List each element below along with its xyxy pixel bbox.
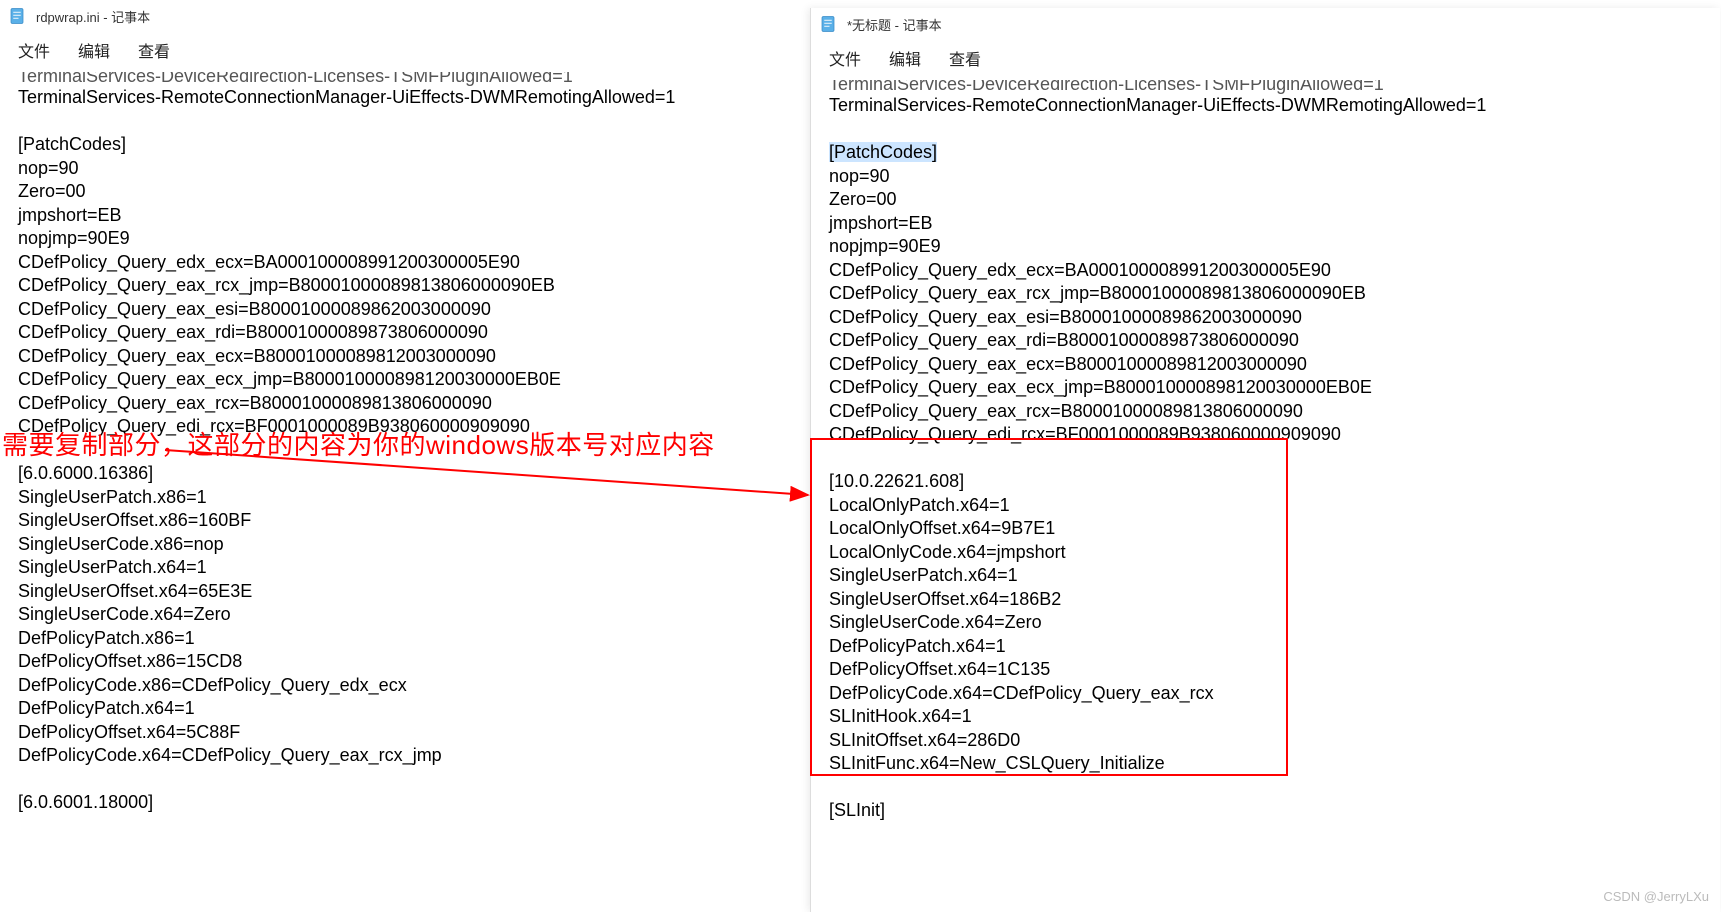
- menu-file-right[interactable]: 文件: [829, 46, 861, 70]
- editor-line: [PatchCodes]: [18, 133, 792, 157]
- editor-line: CDefPolicy_Query_eax_rdi=B80001000089873…: [829, 329, 1702, 353]
- annotation-label: 需要复制部分，这部分的内容为你的windows版本号对应内容: [2, 425, 715, 462]
- editor-line: SingleUserPatch.x64=1: [829, 564, 1702, 588]
- editor-line: SingleUserOffset.x64=186B2: [829, 588, 1702, 612]
- editor-line: [829, 118, 1702, 142]
- editor-line: SingleUserOffset.x86=160BF: [18, 509, 792, 533]
- editor-line: SLInitHook.x64=1: [829, 705, 1702, 729]
- editor-line: DefPolicyCode.x86=CDefPolicy_Query_edx_e…: [18, 674, 792, 698]
- notepad-window-right: *无标题 - 记事本 文件 编辑 查看 TerminalServices-Dev…: [810, 8, 1720, 912]
- menu-file-left[interactable]: 文件: [18, 38, 50, 62]
- editor-line: LocalOnlyPatch.x64=1: [829, 494, 1702, 518]
- editor-line: CDefPolicy_Query_eax_rcx_jmp=B8000100008…: [18, 274, 792, 298]
- editor-line: CDefPolicy_Query_edx_ecx=BA0001000089912…: [18, 251, 792, 275]
- editor-line: DefPolicyCode.x64=CDefPolicy_Query_eax_r…: [18, 744, 792, 768]
- editor-line: DefPolicyOffset.x86=15CD8: [18, 650, 792, 674]
- menu-edit-left[interactable]: 编辑: [78, 38, 110, 62]
- editor-line: [6.0.6001.18000]: [18, 791, 792, 815]
- editor-line: TerminalServices-RemoteConnectionManager…: [18, 86, 792, 110]
- editor-line: CDefPolicy_Query_eax_ecx=B80001000089812…: [18, 345, 792, 369]
- editor-line: DefPolicyPatch.x64=1: [829, 635, 1702, 659]
- editor-line: [6.0.6000.16386]: [18, 462, 792, 486]
- editor-line: DefPolicyPatch.x86=1: [18, 627, 792, 651]
- titlebar-right[interactable]: *无标题 - 记事本: [811, 8, 1720, 40]
- editor-line: nop=90: [829, 165, 1702, 189]
- menu-view-left[interactable]: 查看: [138, 38, 170, 62]
- editor-line: [10.0.22621.608]: [829, 470, 1702, 494]
- editor-line: Zero=00: [18, 180, 792, 204]
- editor-line: CDefPolicy_Query_eax_esi=B80001000089862…: [18, 298, 792, 322]
- editor-line: SingleUserOffset.x64=65E3E: [18, 580, 792, 604]
- editor-line: [18, 768, 792, 792]
- watermark-text: CSDN @JerryLXu: [1603, 889, 1709, 904]
- editor-line: SingleUserPatch.x64=1: [18, 556, 792, 580]
- notepad-icon: [8, 7, 26, 25]
- editor-line: SingleUserPatch.x86=1: [18, 486, 792, 510]
- menubar-right: 文件 编辑 查看: [811, 40, 1720, 78]
- editor-line: TerminalServices-RemoteConnectionManager…: [829, 94, 1702, 118]
- editor-line: nopjmp=90E9: [18, 227, 792, 251]
- window-title-right: *无标题 - 记事本: [847, 15, 942, 34]
- editor-line: LocalOnlyCode.x64=jmpshort: [829, 541, 1702, 565]
- editor-line: CDefPolicy_Query_eax_rcx=B80001000089813…: [829, 400, 1702, 424]
- editor-line: Zero=00: [829, 188, 1702, 212]
- editor-line: TerminalServices-DeviceRedirection-Licen…: [829, 80, 1702, 94]
- editor-line: [829, 776, 1702, 800]
- editor-line: DefPolicyOffset.x64=1C135: [829, 658, 1702, 682]
- editor-line: [SLInit]: [829, 799, 1702, 823]
- editor-line: CDefPolicy_Query_eax_ecx_jmp=B8000100008…: [829, 376, 1702, 400]
- menu-edit-right[interactable]: 编辑: [889, 46, 921, 70]
- editor-line: SLInitOffset.x64=286D0: [829, 729, 1702, 753]
- editor-line: CDefPolicy_Query_edx_ecx=BA0001000089912…: [829, 259, 1702, 283]
- editor-line: DefPolicyOffset.x64=5C88F: [18, 721, 792, 745]
- editor-line: SingleUserCode.x64=Zero: [18, 603, 792, 627]
- editor-line: nop=90: [18, 157, 792, 181]
- editor-line: SLInitFunc.x64=New_CSLQuery_Initialize: [829, 752, 1702, 776]
- editor-line: LocalOnlyOffset.x64=9B7E1: [829, 517, 1702, 541]
- editor-line: TerminalServices-DeviceRedirection-Licen…: [18, 72, 792, 86]
- editor-line: CDefPolicy_Query_eax_esi=B80001000089862…: [829, 306, 1702, 330]
- editor-line: DefPolicyPatch.x64=1: [18, 697, 792, 721]
- editor-line: CDefPolicy_Query_eax_ecx=B80001000089812…: [829, 353, 1702, 377]
- editor-line: CDefPolicy_Query_edi_rcx=BF0001000089B93…: [829, 423, 1702, 447]
- editor-line: DefPolicyCode.x64=CDefPolicy_Query_eax_r…: [829, 682, 1702, 706]
- editor-line: [829, 447, 1702, 471]
- editor-line-selected: [PatchCodes]: [829, 141, 1702, 165]
- editor-line: CDefPolicy_Query_eax_rdi=B80001000089873…: [18, 321, 792, 345]
- editor-area-right[interactable]: TerminalServices-DeviceRedirection-Licen…: [811, 78, 1720, 825]
- editor-line: jmpshort=EB: [829, 212, 1702, 236]
- editor-line: jmpshort=EB: [18, 204, 792, 228]
- menubar-left: 文件 编辑 查看: [0, 32, 810, 70]
- titlebar-left[interactable]: rdpwrap.ini - 记事本: [0, 0, 810, 32]
- notepad-icon: [819, 15, 837, 33]
- menu-view-right[interactable]: 查看: [949, 46, 981, 70]
- editor-line: SingleUserCode.x64=Zero: [829, 611, 1702, 635]
- editor-line: CDefPolicy_Query_eax_ecx_jmp=B8000100008…: [18, 368, 792, 392]
- editor-line: CDefPolicy_Query_eax_rcx_jmp=B8000100008…: [829, 282, 1702, 306]
- editor-line: CDefPolicy_Query_eax_rcx=B80001000089813…: [18, 392, 792, 416]
- editor-line: SingleUserCode.x86=nop: [18, 533, 792, 557]
- editor-line: [18, 110, 792, 134]
- editor-line: nopjmp=90E9: [829, 235, 1702, 259]
- window-title-left: rdpwrap.ini - 记事本: [36, 7, 150, 26]
